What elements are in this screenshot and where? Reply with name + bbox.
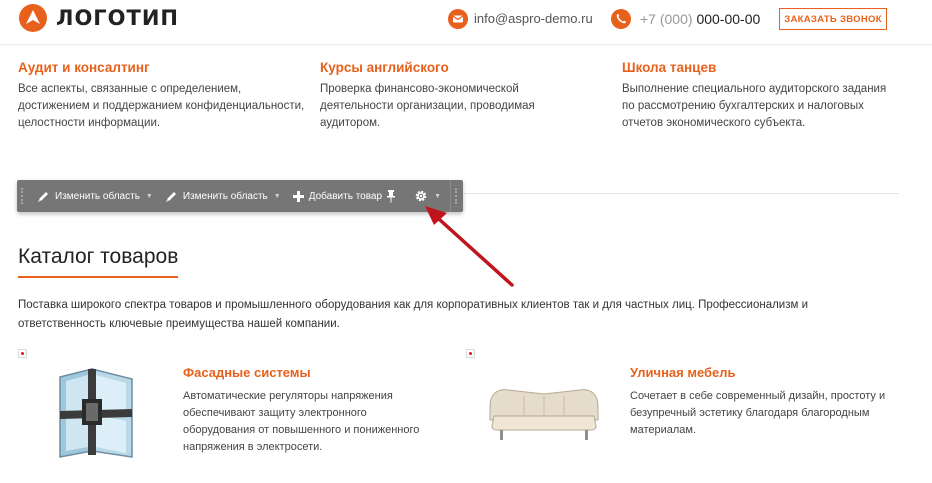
- chevron-down-icon[interactable]: ▼: [146, 193, 153, 200]
- toolbar-right-controls: ▼: [384, 180, 463, 212]
- add-product-label: Добавить товар: [308, 190, 383, 202]
- catalog-description: Поставка широкого спектра товаров и пром…: [18, 299, 809, 330]
- street-furniture-image[interactable]: [484, 376, 604, 446]
- email-link[interactable]: info@aspro-demo.ru: [474, 11, 593, 26]
- service-item: Школа танцев Выполнение специального ауд…: [622, 60, 892, 132]
- product-text: Автоматические регуляторы напряжения обе…: [183, 390, 420, 453]
- pin-icon[interactable]: [384, 189, 398, 203]
- drag-handle[interactable]: [17, 180, 29, 212]
- logo[interactable]: ЛОГОТИП: [19, 4, 179, 32]
- broken-image-icon: [466, 349, 475, 358]
- order-call-button[interactable]: ЗАКАЗАТЬ ЗВОНОК: [779, 8, 887, 30]
- plus-icon: [292, 190, 304, 202]
- service-title[interactable]: Аудит и консалтинг: [18, 60, 308, 75]
- admin-edit-toolbar: Изменить область ▼ Изменить область ▼ До…: [17, 180, 463, 212]
- facade-system-image[interactable]: [52, 365, 142, 465]
- pencil-icon: [38, 191, 48, 202]
- product-text: Сочетает в себе современный дизайн, прос…: [630, 390, 886, 436]
- product-title[interactable]: Фасадные системы: [183, 365, 311, 380]
- add-product-button[interactable]: Добавить товар: [292, 190, 383, 202]
- email-icon: [448, 9, 468, 29]
- service-title[interactable]: Школа танцев: [622, 60, 892, 75]
- phone-digits: 000-00-00: [696, 11, 761, 27]
- chevron-down-icon[interactable]: ▼: [434, 193, 441, 200]
- edit-area-label: Изменить область: [182, 190, 268, 202]
- logo-text: ЛОГОТИП: [56, 6, 180, 30]
- service-text: Все аспекты, связанные с определением, д…: [18, 83, 305, 129]
- service-item: Аудит и консалтинг Все аспекты, связанны…: [18, 60, 308, 132]
- chevron-down-icon[interactable]: ▼: [274, 193, 281, 200]
- edit-area-button[interactable]: Изменить область ▼: [37, 190, 153, 203]
- header: ЛОГОТИП info@aspro-demo.ru +7 (000) 000-…: [0, 0, 932, 45]
- section-divider: [455, 193, 899, 194]
- logo-icon: [19, 4, 47, 32]
- phone-number[interactable]: +7 (000) 000-00-00: [640, 11, 760, 27]
- service-text: Выполнение специального аудиторского зад…: [622, 83, 887, 129]
- broken-image-icon: [18, 349, 27, 358]
- gear-icon[interactable]: [414, 189, 428, 203]
- drag-handle[interactable]: [450, 180, 463, 212]
- pencil-icon: [165, 191, 176, 202]
- phone-icon: [611, 9, 631, 29]
- service-item: Курсы английского Проверка финансово-эко…: [320, 60, 580, 132]
- edit-area-button[interactable]: Изменить область ▼: [165, 190, 281, 203]
- catalog-title: Каталог товаров: [18, 245, 179, 278]
- service-title[interactable]: Курсы английского: [320, 60, 580, 75]
- product-title[interactable]: Уличная мебель: [630, 365, 736, 380]
- service-text: Проверка финансово-экономической деятель…: [320, 83, 535, 129]
- edit-area-label: Изменить область: [55, 190, 140, 202]
- phone-prefix: +7 (000): [640, 11, 693, 27]
